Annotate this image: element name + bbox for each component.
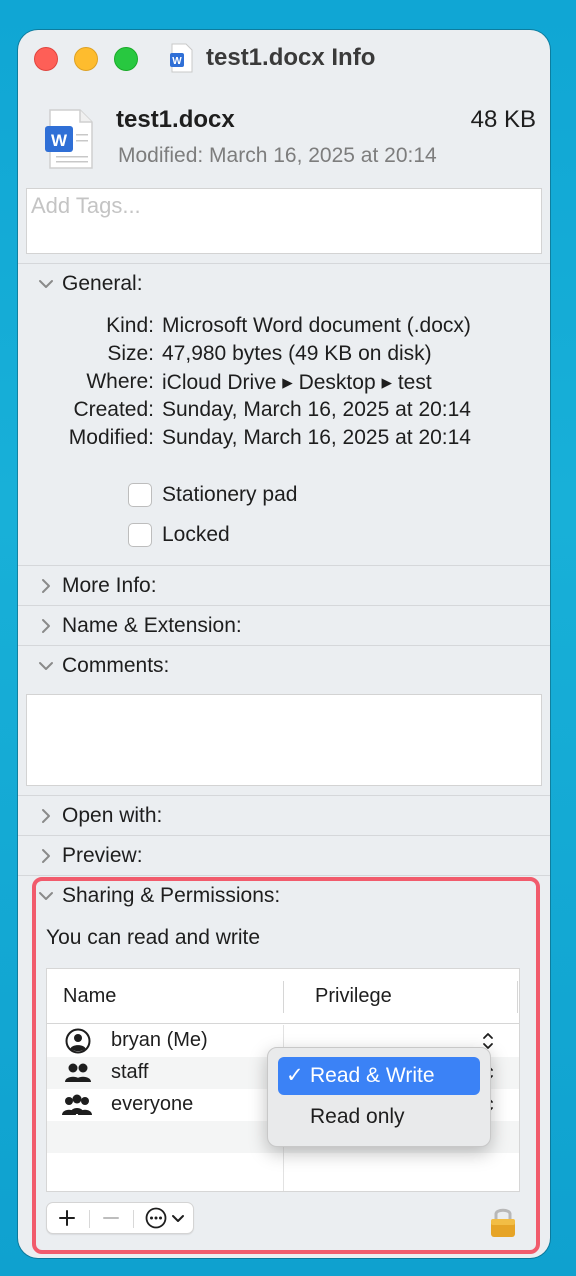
divider bbox=[18, 875, 550, 876]
comments-textarea[interactable] bbox=[26, 694, 542, 786]
divider bbox=[18, 645, 550, 646]
section-comments-header[interactable]: Comments: bbox=[18, 647, 550, 685]
locked-label: Locked bbox=[162, 523, 230, 546]
created-value: Sunday, March 16, 2025 at 20:14 bbox=[162, 398, 471, 421]
checkmark-icon: ✓ bbox=[286, 1064, 304, 1087]
word-document-icon: W bbox=[45, 109, 93, 169]
divider bbox=[18, 263, 550, 264]
file-header: W test1.docx 48 KB Modified: March 16, 2… bbox=[18, 100, 550, 180]
file-size: 48 KB bbox=[470, 106, 536, 133]
svg-text:W: W bbox=[51, 131, 68, 150]
modified-row: Modified: Sunday, March 16, 2025 at 20:1… bbox=[18, 426, 550, 454]
menu-item-read-only[interactable]: Read only bbox=[278, 1098, 480, 1136]
size-key: Size: bbox=[107, 342, 154, 365]
section-preview-label: Preview: bbox=[62, 844, 143, 867]
where-row: Where: iCloud Drive ▸ Desktop ▸ test bbox=[18, 370, 550, 398]
close-button[interactable] bbox=[34, 47, 58, 71]
section-name-extension-header[interactable]: Name & Extension: bbox=[18, 607, 550, 645]
modified-value: Sunday, March 16, 2025 at 20:14 bbox=[162, 426, 471, 449]
chevron-down-icon bbox=[39, 662, 53, 670]
privilege-menu: ✓ Read & Write Read only bbox=[267, 1047, 491, 1147]
title-bar: W test1.docx Info bbox=[18, 30, 550, 86]
menu-item-label: Read only bbox=[310, 1105, 405, 1128]
section-open-with-label: Open with: bbox=[62, 804, 163, 827]
where-value: iCloud Drive ▸ Desktop ▸ test bbox=[162, 371, 432, 394]
section-general-header[interactable]: General: bbox=[18, 265, 550, 303]
stationery-pad-checkbox[interactable] bbox=[128, 483, 152, 507]
kind-row: Kind: Microsoft Word document (.docx) bbox=[18, 314, 550, 342]
divider bbox=[18, 605, 550, 606]
chevron-right-icon bbox=[42, 849, 50, 863]
size-value: 47,980 bytes (49 KB on disk) bbox=[162, 342, 432, 365]
minimize-button[interactable] bbox=[74, 47, 98, 71]
section-open-with-header[interactable]: Open with: bbox=[18, 797, 550, 835]
info-window: W test1.docx Info W test1.docx 48 KB Mod… bbox=[18, 30, 550, 1258]
locked-row[interactable]: Locked bbox=[128, 521, 230, 549]
tags-input[interactable] bbox=[31, 193, 537, 219]
section-preview-header[interactable]: Preview: bbox=[18, 837, 550, 875]
window-title: test1.docx Info bbox=[206, 44, 376, 71]
file-name: test1.docx bbox=[116, 106, 235, 133]
word-document-icon: W bbox=[170, 43, 193, 73]
chevron-right-icon bbox=[42, 619, 50, 633]
created-row: Created: Sunday, March 16, 2025 at 20:14 bbox=[18, 398, 550, 426]
svg-text:W: W bbox=[172, 56, 182, 67]
kind-value: Microsoft Word document (.docx) bbox=[162, 314, 471, 337]
section-general-label: General: bbox=[62, 272, 143, 295]
section-more-info-label: More Info: bbox=[62, 574, 157, 597]
locked-checkbox[interactable] bbox=[128, 523, 152, 547]
stationery-pad-label: Stationery pad bbox=[162, 483, 298, 506]
divider bbox=[18, 795, 550, 796]
divider bbox=[18, 565, 550, 566]
modified-key: Modified: bbox=[68, 426, 154, 449]
stationery-pad-row[interactable]: Stationery pad bbox=[128, 481, 297, 509]
size-row: Size: 47,980 bytes (49 KB on disk) bbox=[18, 342, 550, 370]
file-modified: Modified: March 16, 2025 at 20:14 bbox=[118, 144, 437, 167]
divider bbox=[18, 835, 550, 836]
kind-key: Kind: bbox=[106, 314, 154, 337]
chevron-right-icon bbox=[42, 579, 50, 593]
chevron-down-icon bbox=[39, 280, 53, 288]
title-wrap: W test1.docx Info bbox=[170, 40, 375, 76]
chevron-right-icon bbox=[42, 809, 50, 823]
zoom-button[interactable] bbox=[114, 47, 138, 71]
menu-item-label: Read & Write bbox=[310, 1064, 435, 1087]
section-comments-label: Comments: bbox=[62, 654, 170, 677]
tags-field-container bbox=[26, 188, 542, 254]
section-more-info-header[interactable]: More Info: bbox=[18, 567, 550, 605]
section-name-extension-label: Name & Extension: bbox=[62, 614, 242, 637]
menu-item-read-write[interactable]: ✓ Read & Write bbox=[278, 1057, 480, 1095]
where-key: Where: bbox=[86, 370, 154, 393]
created-key: Created: bbox=[73, 398, 154, 421]
